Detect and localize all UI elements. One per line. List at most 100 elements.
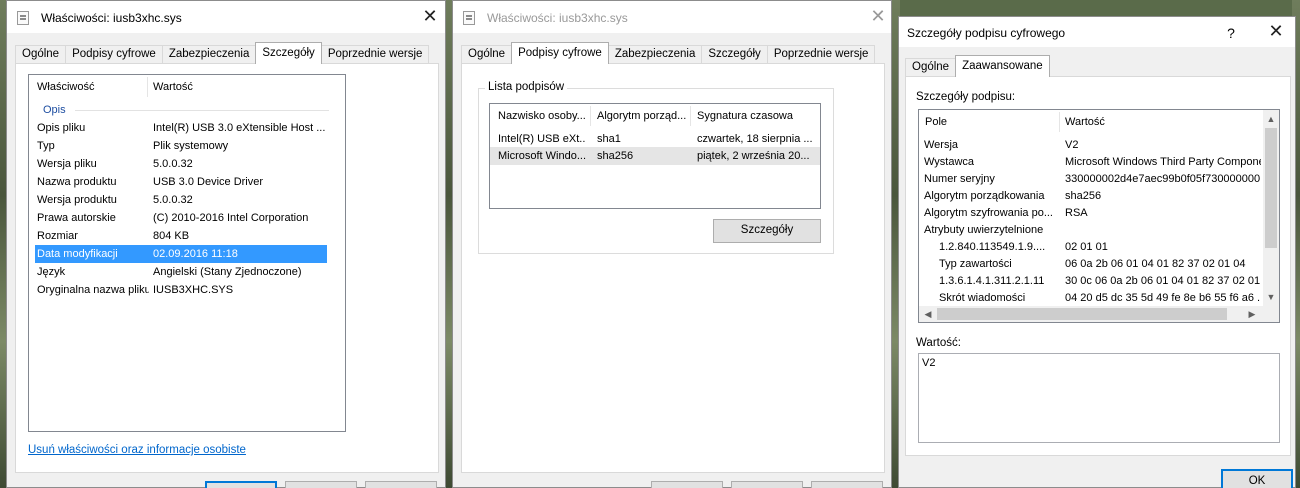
property-row[interactable]: Prawa autorskie (C) 2010-2016 Intel Corpo… (35, 209, 327, 227)
field-row[interactable]: Numer seryjny 330000002d4e7aec99b0f05f730… (919, 170, 1261, 188)
property-row[interactable]: Opis pliku Intel(R) USB 3.0 eXtensible Ho… (35, 119, 327, 137)
tab-digital-signatures[interactable]: Podpisy cyfrowe (65, 45, 163, 64)
column-header-name[interactable]: Nazwisko osoby... (498, 110, 586, 122)
property-value: IUSB3XHC.SYS (153, 284, 234, 296)
field-row[interactable]: Algorytm porządkowania sha256 (919, 187, 1261, 205)
field-row[interactable]: Wystawca Microsoft Windows Third Party Co… (919, 153, 1261, 171)
ok-button[interactable] (205, 481, 277, 488)
cancel-button[interactable] (731, 481, 803, 488)
titlebar[interactable]: Właściwości: iusb3xhc.sys ✕ (7, 1, 445, 33)
property-row[interactable]: Wersja produktu 5.0.0.32 (35, 191, 327, 209)
property-row[interactable]: Rozmiar 804 KB (35, 227, 327, 245)
tab-security[interactable]: Zabezpieczenia (607, 45, 703, 64)
window-title: Właściwości: iusb3xhc.sys (41, 11, 182, 25)
tab-general[interactable]: Ogólne (15, 45, 67, 64)
ok-button[interactable]: OK (1221, 469, 1293, 488)
signature-fields-list[interactable]: Pole Wartość Wersja V2 Wystawca Microsoft W… (918, 109, 1280, 323)
cancel-button[interactable] (285, 481, 357, 488)
scroll-up-icon[interactable]: ▲ (1264, 112, 1278, 126)
titlebar[interactable]: Właściwości: iusb3xhc.sys ✕ (453, 1, 891, 33)
ok-button[interactable] (651, 481, 723, 488)
signature-row[interactable]: Intel(R) USB eXt... sha1 czwartek, 18 sier… (490, 130, 820, 148)
field-value: sha256 (1065, 190, 1102, 202)
property-row[interactable]: Typ Plik systemowy (35, 137, 327, 155)
tab-previous-versions[interactable]: Poprzednie wersje (320, 45, 430, 64)
scroll-right-icon[interactable]: ▶ (1245, 307, 1259, 321)
column-header-value[interactable]: Wartość (153, 81, 193, 93)
close-icon[interactable]: ✕ (415, 5, 445, 29)
value-textbox[interactable]: V2 (918, 353, 1280, 443)
field-row[interactable]: Atrybuty uwierzytelnione (919, 221, 1261, 239)
properties-window-signatures: Właściwości: iusb3xhc.sys ✕ Ogólne Podpi… (452, 0, 892, 488)
property-value: 5.0.0.32 (153, 158, 193, 170)
property-name: Oryginalna nazwa pliku (37, 284, 149, 296)
apply-button[interactable] (811, 481, 883, 488)
field-row[interactable]: 1.2.840.113549.1.9.... 02 01 01 (919, 238, 1261, 256)
field-value: V2 (1065, 139, 1079, 151)
field-name: Algorytm porządkowania (924, 190, 1045, 202)
field-row[interactable]: Skrót wiadomości 04 20 d5 dc 35 5d 49 fe … (919, 289, 1261, 307)
signature-timestamp: piątek, 2 września 20... (697, 150, 810, 162)
scroll-down-icon[interactable]: ▼ (1264, 290, 1278, 304)
scroll-left-icon[interactable]: ◀ (921, 307, 935, 321)
field-name: Wystawca (924, 156, 975, 168)
field-name: 1.3.6.1.4.1.311.2.1.11 (939, 275, 1045, 287)
tab-previous-versions[interactable]: Poprzednie wersje (766, 45, 876, 64)
tab-digital-signatures[interactable]: Podpisy cyfrowe (511, 42, 609, 64)
field-name: 1.2.840.113549.1.9.... (939, 241, 1046, 253)
value-label: Wartość: (916, 337, 961, 349)
scroll-thumb-horizontal[interactable] (937, 308, 1227, 320)
tab-security[interactable]: Zabezpieczenia (161, 45, 257, 64)
signature-row[interactable]: Microsoft Windo... sha256 piątek, 2 wrześn… (490, 147, 820, 165)
field-name: Wersja (924, 139, 959, 151)
field-name: Atrybuty uwierzytelnione (924, 224, 1044, 236)
tab-details[interactable]: Szczegóły (255, 42, 322, 64)
signature-name: Intel(R) USB eXt... (498, 133, 586, 145)
property-row[interactable]: Wersja pliku 5.0.0.32 (35, 155, 327, 173)
property-value: USB 3.0 Device Driver (153, 176, 264, 188)
property-row[interactable]: Data modyfikacji 02.09.2016 11:18 (35, 245, 327, 263)
field-row[interactable]: Typ zawartości 06 0a 2b 06 01 04 01 82 37… (919, 255, 1261, 273)
column-header-algorithm[interactable]: Algorytm porząd... (597, 110, 686, 122)
column-header-timestamp[interactable]: Sygnatura czasowa (697, 110, 793, 122)
scroll-thumb[interactable] (1265, 128, 1277, 248)
tab-advanced[interactable]: Zaawansowane (955, 55, 1050, 77)
column-header-field[interactable]: Pole (925, 116, 947, 128)
property-row[interactable]: Nazwa produktu USB 3.0 Device Driver (35, 173, 327, 191)
details-button[interactable]: Szczegóły (713, 219, 821, 243)
field-value: 330000002d4e7aec99b0f05f730000000... (1065, 173, 1261, 185)
signature-list[interactable]: Nazwisko osoby... Algorytm porząd... Syg… (489, 103, 821, 209)
property-value: 5.0.0.32 (153, 194, 193, 206)
property-value: 02.09.2016 11:18 (153, 248, 238, 260)
signatures-panel: Lista podpisów Nazwisko osoby... Algoryt… (461, 63, 885, 473)
property-name: Wersja produktu (37, 194, 117, 206)
tab-general[interactable]: Ogólne (905, 58, 957, 77)
field-name: Numer seryjny (924, 173, 995, 185)
field-row[interactable]: 1.3.6.1.4.1.311.2.1.11 30 0c 06 0a 2b 06 … (919, 272, 1261, 290)
section-header-description: Opis (29, 101, 329, 119)
signature-timestamp: czwartek, 18 sierpnia ... (697, 133, 813, 145)
column-header-value[interactable]: Wartość (1065, 116, 1105, 128)
file-icon (463, 11, 475, 25)
horizontal-scrollbar[interactable]: ◀ ▶ (919, 306, 1279, 322)
tab-general[interactable]: Ogólne (461, 45, 513, 64)
column-header-property[interactable]: Właściwość (37, 81, 94, 93)
tab-details[interactable]: Szczegóły (701, 45, 768, 64)
remove-properties-link[interactable]: Usuń właściwości oraz informacje osobist… (28, 444, 246, 456)
property-row[interactable]: Język Angielski (Stany Zjednoczone) (35, 263, 327, 281)
tab-bar: Ogólne Zaawansowane (905, 55, 1050, 77)
field-name: Skrót wiadomości (939, 292, 1026, 304)
apply-button[interactable] (365, 481, 437, 488)
help-icon[interactable]: ? (1221, 23, 1241, 43)
properties-list[interactable]: Właściwość Wartość Opis Opis pliku Intel(… (28, 74, 346, 432)
property-name: Data modyfikacji (37, 248, 118, 260)
list-header: Nazwisko osoby... Algorytm porząd... Syg… (490, 104, 820, 128)
titlebar[interactable]: Szczegóły podpisu cyfrowego ? ✕ (899, 17, 1295, 47)
field-row[interactable]: Wersja V2 (919, 136, 1261, 154)
vertical-scrollbar[interactable]: ▲ ▼ (1263, 110, 1279, 306)
property-row[interactable]: Oryginalna nazwa pliku IUSB3XHC.SYS (35, 281, 327, 299)
close-icon[interactable]: ✕ (1261, 20, 1291, 44)
tab-bar: Ogólne Podpisy cyfrowe Zabezpieczenia Sz… (461, 42, 876, 64)
close-icon[interactable]: ✕ (863, 5, 893, 29)
field-row[interactable]: Algorytm szyfrowania po... RSA (919, 204, 1261, 222)
